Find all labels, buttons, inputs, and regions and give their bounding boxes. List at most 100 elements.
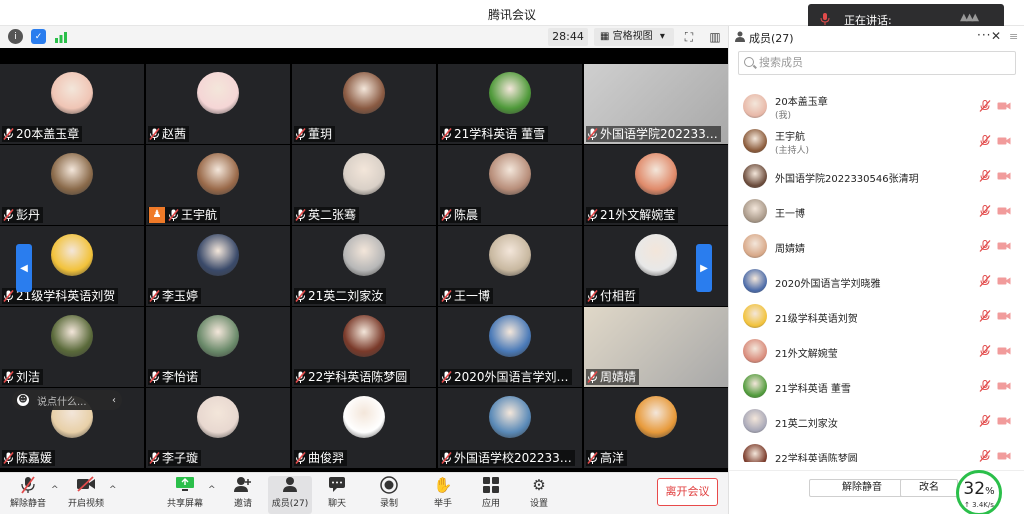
participant-tile[interactable]: 王一博 [438,226,582,306]
muted-mic-icon[interactable] [979,310,991,322]
chat-input[interactable]: ☻ 说点什么... ‹ [12,390,122,410]
participant-name: 21外文解婉莹 [600,208,676,222]
member-item[interactable]: 20本盖玉章 (我) [729,88,1024,123]
video-options-caret-icon[interactable]: ^ [109,485,117,495]
muted-mic-icon[interactable] [979,380,991,392]
muted-mic-icon[interactable] [979,135,991,147]
invite-button[interactable]: 邀请 [221,476,265,514]
muted-mic-icon[interactable] [979,415,991,427]
avatar [743,444,767,462]
avatar [743,94,767,118]
network-status[interactable]: 32% ↑ 3.4K/s [955,470,1005,514]
view-mode-select[interactable]: ▦ 宫格视图 ▾ [594,28,674,46]
fullscreen-icon[interactable]: ⛶ [681,29,697,45]
muted-mic-icon[interactable] [979,275,991,287]
participant-tile[interactable]: 2020外国语言学刘… [438,307,582,387]
participant-tile[interactable]: 周婧婧 [584,307,728,387]
camera-off-icon[interactable] [997,136,1011,146]
rename-button[interactable]: 改名 [900,479,958,497]
avatar [743,129,767,153]
camera-off-icon[interactable] [997,171,1011,181]
participant-tile[interactable]: 陈晨 [438,145,582,225]
sidebar-toggle-icon[interactable]: ▥ [707,29,723,45]
start-video-button[interactable]: 开启视频 [64,476,108,514]
participant-tile[interactable]: 高洋 [584,388,728,468]
prev-page-button[interactable]: ◀ [16,244,32,292]
muted-mic-icon[interactable] [979,170,991,182]
member-search-input[interactable]: 搜索成员 [738,51,1016,75]
camera-off-icon[interactable] [997,346,1011,356]
participant-tile[interactable]: 李玉婷 [146,226,290,306]
leave-meeting-button[interactable]: 离开会议 [657,478,718,506]
participant-tile[interactable]: 刘洁 [0,307,144,387]
share-options-caret-icon[interactable]: ^ [208,485,216,495]
raise-hand-button[interactable]: ✋ 举手 [421,476,465,514]
muted-mic-icon[interactable] [979,100,991,112]
camera-off-icon[interactable] [997,241,1011,251]
record-button[interactable]: 录制 [367,476,411,514]
muted-mic-icon [295,370,306,384]
members-button[interactable]: 成员(27) [268,476,312,514]
participant-tile[interactable]: 外国语学校202233… [438,388,582,468]
participant-tile[interactable]: 22学科英语陈梦圆 [292,307,436,387]
camera-off-icon[interactable] [997,206,1011,216]
next-page-button[interactable]: ▶ [696,244,712,292]
participant-tile[interactable]: 外国语学院202233… [584,64,728,144]
unmute-button[interactable]: 解除静音 [6,476,50,514]
camera-off-icon[interactable] [997,416,1011,426]
participant-tile[interactable]: 英二张骞 [292,145,436,225]
signal-icon[interactable] [53,29,68,44]
participant-tile[interactable]: 赵茜 [146,64,290,144]
avatar [489,396,531,438]
emoji-icon[interactable]: ☻ [17,394,29,406]
member-item[interactable]: 21外文解婉莹 [729,333,1024,368]
participant-tile[interactable]: 21英二刘家汝 [292,226,436,306]
muted-mic-icon [3,208,14,222]
participant-tile[interactable]: 董玥 [292,64,436,144]
member-item[interactable]: 22学科英语陈梦圆 [729,438,1024,462]
audio-options-caret-icon[interactable]: ^ [51,485,59,495]
camera-off-icon[interactable] [997,311,1011,321]
member-item[interactable]: 21英二刘家汝 [729,403,1024,438]
chat-button[interactable]: 聊天 [315,476,359,514]
mic-icon [820,13,830,25]
participant-tile[interactable]: 20本盖玉章 [0,64,144,144]
menu-icon[interactable]: ≡ [1009,30,1018,43]
member-item[interactable]: 王宇航 (主持人) [729,123,1024,158]
participant-name: 22学科英语陈梦圆 [308,370,408,384]
info-icon[interactable]: i [8,29,23,44]
participant-tile[interactable]: 李怡诺 [146,307,290,387]
muted-mic-icon[interactable] [979,240,991,252]
muted-mic-icon[interactable] [979,345,991,357]
participant-tile[interactable]: 彭丹 [0,145,144,225]
participant-tile[interactable]: 曲俊羿 [292,388,436,468]
participant-tile[interactable]: 21学科英语 董雪 [438,64,582,144]
participant-tile[interactable]: 李子璇 [146,388,290,468]
participant-name: 陈嘉媛 [16,451,53,465]
member-item[interactable]: 外国语学院2022330546张清玥 [729,158,1024,193]
muted-mic-icon [3,127,14,141]
share-screen-button[interactable]: 共享屏幕 [163,476,207,514]
avatar [743,409,767,433]
camera-off-icon[interactable] [997,381,1011,391]
muted-mic-icon [3,289,14,303]
camera-off-icon[interactable] [997,276,1011,286]
member-item[interactable]: 21学科英语 董雪 [729,368,1024,403]
avatar [635,153,677,195]
member-item[interactable]: 21级学科英语刘贺 [729,298,1024,333]
muted-mic-icon[interactable] [979,450,991,462]
member-item[interactable]: 2020外国语言学刘晓雅 [729,263,1024,298]
more-icon[interactable]: ··· [977,28,991,42]
participant-tile[interactable]: 21外文解婉莹 [584,145,728,225]
apps-button[interactable]: 应用 [469,476,513,514]
member-item[interactable]: 王一博 [729,193,1024,228]
collapse-icon[interactable]: ‹ [112,395,116,406]
camera-off-icon[interactable] [997,101,1011,111]
shield-icon[interactable]: ✓ [31,29,46,44]
participant-tile[interactable]: ♟ 王宇航 [146,145,290,225]
close-icon[interactable]: ✕ [991,29,1001,43]
settings-button[interactable]: ⚙ 设置 [517,476,561,514]
muted-mic-icon[interactable] [979,205,991,217]
member-item[interactable]: 周婧婧 [729,228,1024,263]
camera-off-icon[interactable] [997,451,1011,461]
